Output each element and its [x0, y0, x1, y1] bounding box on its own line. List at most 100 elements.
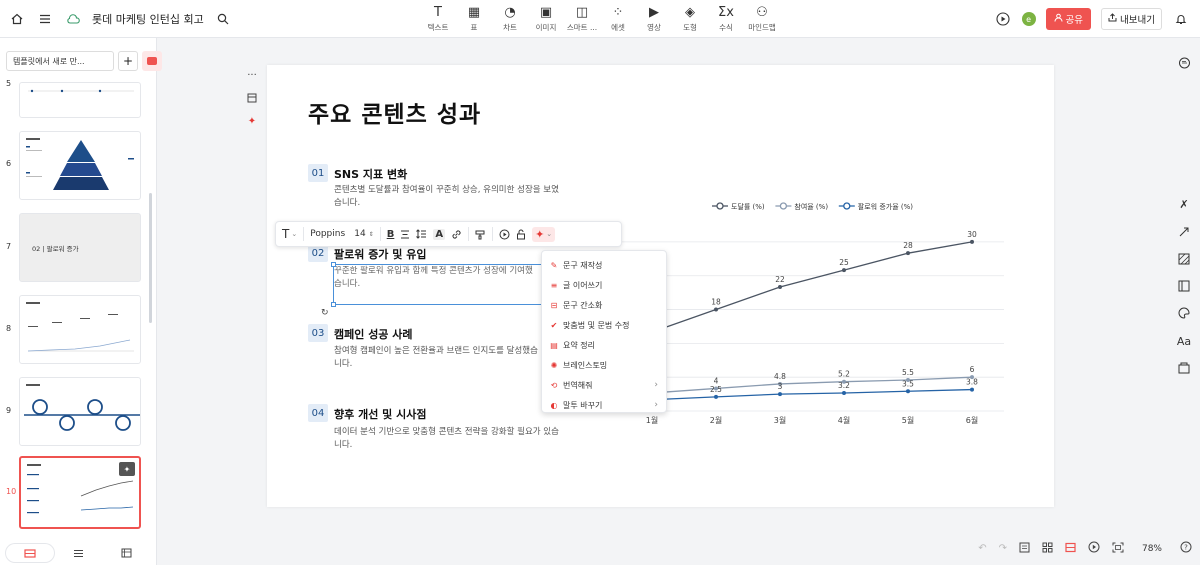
format-painter-icon[interactable] — [475, 229, 486, 240]
animation-effect-icon[interactable] — [1173, 223, 1195, 241]
more-options-icon[interactable]: ··· — [244, 67, 260, 83]
pen-icon: ✎ — [550, 260, 558, 270]
fit-screen-icon[interactable] — [1112, 542, 1124, 556]
slide-panel-scrollbar[interactable] — [149, 193, 152, 323]
tool-mindmap[interactable]: ⚇ 마인드맵 — [744, 2, 780, 36]
data-label: 3 — [778, 382, 783, 391]
redo-icon[interactable]: ↷ — [999, 543, 1007, 554]
normal-view-icon[interactable] — [1065, 542, 1076, 556]
tool-video[interactable]: ▶ 영상 — [636, 2, 672, 36]
item-number: 03 — [308, 324, 328, 342]
item-title[interactable]: 향후 개선 및 시사점 — [334, 406, 426, 422]
text-type-dropdown[interactable]: T ⌄ — [282, 227, 297, 241]
slide-thumbnail-8[interactable] — [19, 295, 141, 364]
line-spacing-icon[interactable] — [416, 229, 427, 239]
lock-icon[interactable] — [516, 229, 526, 240]
text-color-icon[interactable]: A — [433, 228, 446, 240]
tool-smart[interactable]: ◫ 스마트 ... — [564, 2, 600, 36]
menu-item-simplify[interactable]: ⊟ 문구 간소화 — [542, 295, 666, 315]
item-description[interactable]: 콘텐츠별 도달률과 참여율이 꾸준히 상승, 유의미한 성장을 보였습니다. — [334, 184, 566, 210]
series-line — [629, 376, 973, 396]
help-icon[interactable]: ? — [1180, 541, 1192, 556]
x-tick-label: 1월 — [646, 415, 658, 425]
slide-thumbnail-6[interactable] — [19, 131, 141, 200]
export-button[interactable]: 내보내기 — [1101, 8, 1162, 30]
resize-handle[interactable] — [331, 302, 336, 307]
data-label: 3.5 — [902, 379, 914, 388]
avatar[interactable]: e — [1021, 12, 1036, 26]
zoom-level[interactable]: 78% — [1136, 542, 1168, 556]
font-family-select[interactable]: Poppins — [310, 229, 348, 239]
tool-shape[interactable]: ◈ 도형 — [672, 2, 708, 36]
align-center-icon[interactable] — [400, 230, 410, 239]
play-icon[interactable] — [994, 10, 1012, 28]
menu-item-spellcheck[interactable]: ✔ 맞춤법 및 문법 수정 — [542, 315, 666, 335]
tool-text[interactable]: T 텍스트 — [420, 2, 456, 36]
item-description[interactable]: 데이터 분석 기반으로 맞춤형 콘텐츠 전략을 강화할 필요가 있습니다. — [334, 426, 566, 452]
grid-view-toggle[interactable] — [6, 544, 55, 562]
media-library-icon[interactable] — [1173, 359, 1195, 377]
rotate-handle-icon[interactable]: ↻ — [321, 308, 329, 318]
font-settings-icon[interactable]: Aa — [1173, 332, 1195, 350]
magic-wand-icon[interactable]: ✗ — [1173, 195, 1195, 213]
comment-icon[interactable] — [1173, 54, 1195, 72]
tool-chart[interactable]: ◔ 차트 — [492, 2, 528, 36]
template-gallery-button[interactable] — [142, 51, 162, 71]
resize-handle[interactable] — [331, 262, 336, 267]
ai-magic-icon[interactable]: ✦ — [119, 462, 135, 476]
slide-thumbnail-9[interactable] — [19, 377, 141, 446]
check-icon: ✔ — [550, 320, 558, 330]
outline-view-toggle[interactable] — [103, 544, 151, 562]
theme-palette-icon[interactable] — [1173, 304, 1195, 322]
list-view-toggle[interactable] — [54, 544, 102, 562]
ai-sparkle-icon[interactable]: ✦ — [244, 113, 260, 129]
menu-item-change-tone[interactable]: ◐ 말투 바꾸기 › — [542, 395, 666, 415]
top-bar: 롯데 마케팅 인턴십 회고 T 텍스트 ▦ 표 ◔ 차트 ▣ 이미지 ◫ 스마트 ... … — [0, 0, 1200, 38]
data-point — [842, 390, 846, 395]
template-input[interactable]: 템플릿에서 새로 만... — [6, 51, 114, 71]
share-button[interactable]: 공유 — [1045, 8, 1092, 30]
ai-assist-icon[interactable]: ✦ ⌄ — [532, 226, 556, 242]
notification-bell-icon[interactable] — [1172, 10, 1190, 28]
font-size-stepper[interactable]: 14 ⇕ — [354, 229, 373, 239]
home-icon[interactable] — [8, 10, 26, 28]
menu-item-rewrite[interactable]: ✎ 문구 재작성 — [542, 255, 666, 275]
item-title[interactable]: 팔로워 증가 및 유입 — [334, 246, 426, 262]
menu-item-translate[interactable]: ⟲ 번역해줘 › — [542, 375, 666, 395]
notes-icon[interactable] — [1019, 542, 1030, 556]
data-label: 18 — [711, 298, 721, 307]
grid-view-icon[interactable] — [1042, 542, 1053, 556]
bold-icon[interactable]: B — [387, 229, 395, 240]
present-play-icon[interactable] — [1088, 541, 1100, 556]
data-point — [842, 268, 846, 273]
background-pattern-icon[interactable] — [1173, 250, 1195, 268]
item-title[interactable]: SNS 지표 변화 — [334, 166, 407, 182]
animation-icon[interactable] — [499, 229, 510, 240]
document-title[interactable]: 롯데 마케팅 인턴십 회고 — [92, 11, 204, 27]
chart-grid — [620, 241, 1004, 412]
menu-item-summarize[interactable]: ▤ 요약 정리 — [542, 335, 666, 355]
tool-asset[interactable]: ⁘ 에셋 — [600, 2, 636, 36]
slide-thumbnail-7[interactable]: 02 | 팔로워 증가 — [19, 213, 141, 282]
link-icon[interactable] — [451, 229, 462, 240]
lines-icon: ≡ — [550, 280, 558, 290]
menu-item-brainstorm[interactable]: ✺ 브레인스토밍 — [542, 355, 666, 375]
search-icon[interactable] — [214, 10, 232, 28]
menu-icon[interactable] — [36, 10, 54, 28]
layout-panel-icon[interactable] — [1173, 277, 1195, 295]
tool-image[interactable]: ▣ 이미지 — [528, 2, 564, 36]
data-label: 6 — [970, 365, 975, 374]
undo-icon[interactable]: ↶ — [978, 543, 986, 554]
item-title[interactable]: 캠페인 성공 사례 — [334, 326, 413, 342]
layout-icon[interactable] — [244, 90, 260, 106]
slide-title[interactable]: 주요 콘텐츠 성과 — [308, 95, 481, 129]
slide-thumbnail-10[interactable]: ✦ — [19, 456, 141, 529]
line-chart[interactable]: 도달률 (%) 참여율 (%) 팔로워 증가율 (%) 182225283044.8… — [612, 195, 1032, 435]
tool-table[interactable]: ▦ 표 — [456, 2, 492, 36]
slide-thumbnail-5[interactable] — [19, 82, 141, 118]
slide-number: 9 — [6, 406, 12, 415]
add-slide-button[interactable]: + — [118, 51, 138, 71]
item-description[interactable]: 참여형 캠페인이 높은 전환율과 브랜드 인지도를 달성했습니다. — [334, 345, 540, 371]
tool-formula[interactable]: Σx 수식 — [708, 2, 744, 36]
menu-item-continue[interactable]: ≡ 글 이어쓰기 — [542, 275, 666, 295]
